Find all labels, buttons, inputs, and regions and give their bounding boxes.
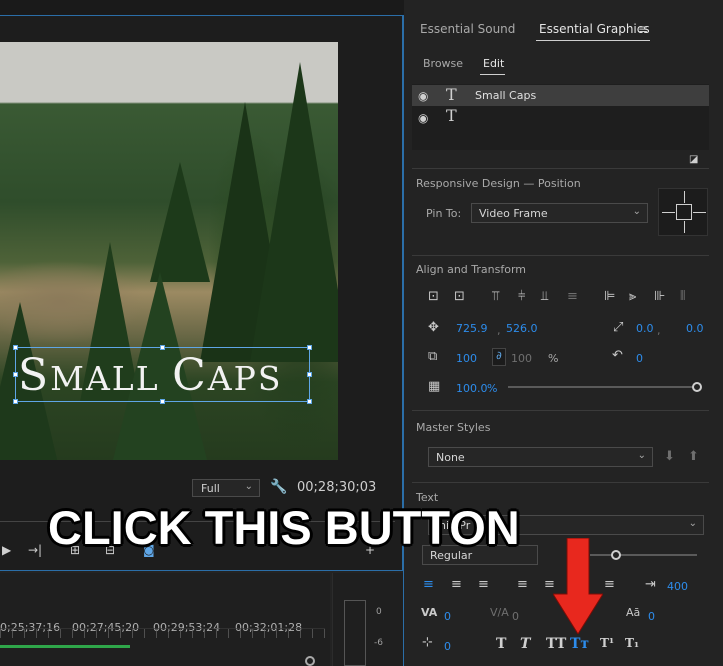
baseline-value[interactable]: 0	[648, 610, 655, 623]
align-middle-icon[interactable]: ⫩	[518, 290, 525, 304]
tracking-icon: ⇥	[645, 577, 656, 592]
all-caps-button[interactable]: TT	[546, 636, 566, 652]
step-forward-icon[interactable]: →|	[28, 543, 42, 557]
align-text-right-icon[interactable]: ≡	[478, 578, 489, 592]
timeline-ruler[interactable]	[0, 628, 325, 638]
tab-essential-sound[interactable]: Essential Sound	[420, 22, 515, 36]
align-vertical-center-icon[interactable]: ⊡	[428, 290, 439, 304]
superscript-button[interactable]: T¹	[600, 636, 614, 650]
align-text-center-icon[interactable]: ≡	[451, 578, 462, 592]
opacity-icon: ▦	[428, 379, 441, 394]
position-x[interactable]: 725.9	[456, 322, 488, 335]
pin-widget[interactable]	[658, 188, 708, 236]
timeline-panel: 0;25;37;16 00;27;45;20 00;29;53;24 00;32…	[0, 573, 330, 666]
push-down-icon[interactable]: ⬇	[664, 450, 675, 464]
push-up-icon[interactable]: ⬆	[688, 450, 699, 464]
zoom-handle[interactable]	[305, 656, 315, 666]
tracking-value[interactable]: 400	[667, 580, 688, 593]
section-divider	[412, 255, 709, 256]
position-y[interactable]: 526.0	[506, 322, 538, 335]
section-divider	[412, 410, 709, 411]
align-center-icon[interactable]: ⫸	[629, 290, 636, 304]
panel-menu-icon[interactable]: ≡	[638, 22, 648, 36]
eye-icon[interactable]: ◉	[418, 111, 428, 125]
pin-to-dropdown[interactable]: Video Frame ⌄	[471, 203, 648, 223]
panel-divider	[403, 15, 404, 666]
distribute-horizontal-icon[interactable]: ⫴	[680, 290, 685, 304]
chevron-down-icon: ⌄	[637, 450, 646, 461]
active-tab-underline	[536, 40, 650, 41]
fit-dropdown[interactable]: Full ⌄	[192, 479, 260, 497]
tab-browse[interactable]: Browse	[423, 57, 463, 70]
section-title-responsive: Responsive Design — Position	[416, 177, 581, 190]
section-title-align: Align and Transform	[416, 263, 526, 276]
leading-icon: V/A	[490, 606, 509, 619]
wrench-icon[interactable]: 🔧	[270, 479, 287, 495]
faux-bold-button[interactable]: T	[496, 636, 506, 652]
anchor-y[interactable]: 0.0	[686, 322, 704, 335]
section-divider	[412, 482, 709, 483]
align-text-left-icon[interactable]: ≡	[423, 578, 434, 592]
kerning-icon: VA	[421, 606, 438, 619]
anchor-point-icon: ⤢	[613, 320, 624, 335]
subscript-button[interactable]: T₁	[625, 636, 639, 650]
align-horizontal-center-icon[interactable]: ⊡	[454, 290, 465, 304]
tracking2-value[interactable]: 0	[512, 610, 519, 623]
master-styles-dropdown[interactable]: None ⌄	[428, 447, 653, 467]
justify-left-icon[interactable]: ≡	[517, 578, 528, 592]
anchor-x[interactable]: 0.0	[636, 322, 654, 335]
audio-meter-panel	[332, 573, 403, 666]
tab-essential-graphics[interactable]: Essential Graphics	[539, 22, 650, 36]
text-layer-icon: T	[446, 85, 457, 104]
new-layer-icon[interactable]: ◪	[689, 154, 698, 165]
tab-edit[interactable]: Edit	[483, 57, 504, 70]
justify-all-icon[interactable]: ≡	[604, 578, 615, 592]
small-caps-button[interactable]: Tт	[570, 636, 589, 652]
tsume-value[interactable]: 0	[444, 640, 451, 653]
align-top-icon[interactable]: ⫪	[492, 290, 499, 304]
render-bar	[0, 645, 130, 648]
faux-italic-button[interactable]: T	[520, 636, 530, 652]
distribute-vertical-icon[interactable]: ≡	[567, 290, 578, 304]
layer-name[interactable]: Small Caps	[475, 89, 536, 102]
active-subtab-underline	[480, 74, 505, 75]
kerning-value[interactable]: 0	[444, 610, 451, 623]
text-layer-icon: T	[446, 106, 457, 125]
scale-height: 100	[511, 352, 532, 365]
scale-icon: ⧉	[428, 349, 438, 364]
eye-icon[interactable]: ◉	[418, 89, 428, 103]
link-icon[interactable]: ∂	[492, 348, 506, 366]
rotation-value[interactable]: 0	[636, 352, 643, 365]
scale-value[interactable]: 100	[456, 352, 477, 365]
title-text: SMALL CAPS	[18, 350, 283, 401]
font-size-slider-knob[interactable]	[611, 550, 621, 560]
font-size-slider[interactable]	[590, 554, 697, 556]
tsume-icon: ⊹	[422, 635, 433, 650]
opacity-value[interactable]: 100.0	[456, 382, 488, 395]
baseline-shift-icon: Aā	[626, 606, 641, 619]
chevron-down-icon: ⌄	[244, 481, 253, 492]
chevron-down-icon: ⌄	[632, 206, 641, 217]
rotation-icon: ↶	[612, 348, 623, 363]
tree-shape	[250, 62, 338, 362]
section-divider	[412, 168, 709, 169]
playhead-timecode[interactable]: 00;28;30;03	[297, 480, 376, 495]
red-arrow-icon	[553, 538, 603, 634]
opacity-slider-knob[interactable]	[692, 382, 702, 392]
play-icon[interactable]: ▶	[2, 543, 11, 557]
pin-center[interactable]	[676, 204, 692, 220]
section-title-master-styles: Master Styles	[416, 421, 491, 434]
align-left-icon[interactable]: ⊫	[604, 290, 615, 304]
opacity-slider[interactable]	[508, 386, 696, 388]
instruction-overlay: CLICK THIS BUTTON	[48, 501, 520, 554]
position-icon: ✥	[428, 320, 439, 335]
chevron-down-icon: ⌄	[688, 518, 697, 529]
audio-meter	[344, 600, 366, 666]
align-right-icon[interactable]: ⊪	[654, 290, 665, 304]
align-bottom-icon[interactable]: ⫫	[541, 290, 548, 304]
